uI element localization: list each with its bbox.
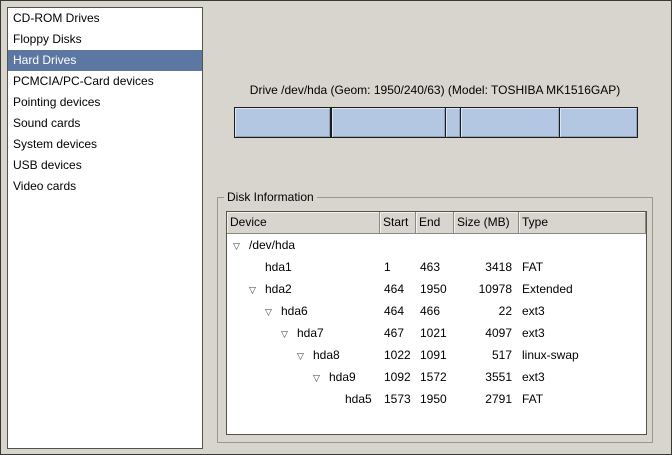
device-label: /dev/hda — [249, 238, 295, 252]
partition-segment-hda1[interactable] — [235, 108, 330, 137]
end-cell: 1572 — [416, 366, 454, 388]
sidebar-item-usb-devices[interactable]: USB devices — [8, 155, 202, 176]
device-cell: ▽/dev/hda — [227, 234, 380, 256]
end-cell: 1950 — [416, 278, 454, 300]
sidebar-item-label: Hard Drives — [13, 53, 76, 67]
start-cell: 1 — [380, 256, 416, 278]
sidebar-item-video-cards[interactable]: Video cards — [8, 176, 202, 197]
type-cell: Extended — [519, 278, 646, 300]
sidebar-item-label: CD-ROM Drives — [13, 11, 100, 25]
sidebar-item-label: Floppy Disks — [13, 32, 82, 46]
expander-down-icon[interactable]: ▽ — [265, 301, 281, 322]
type-cell: ext3 — [519, 300, 646, 322]
expander-down-icon[interactable]: ▽ — [297, 345, 313, 366]
end-cell: 463 — [416, 256, 454, 278]
device-label: hda8 — [313, 348, 340, 362]
column-header-device[interactable]: Device — [227, 212, 380, 234]
end-cell: 1021 — [416, 322, 454, 344]
size-cell: 3551 — [454, 366, 519, 388]
device-cell: ▽hda7 — [227, 322, 380, 344]
size-cell: 4097 — [454, 322, 519, 344]
device-label: hda5 — [345, 392, 372, 406]
table-row-hda5[interactable]: ▽hda5 1573 1950 2791 FAT — [227, 388, 646, 410]
size-cell — [454, 234, 519, 256]
expander-down-icon[interactable]: ▽ — [281, 323, 297, 344]
expander-down-icon[interactable]: ▽ — [233, 235, 249, 256]
column-header-start[interactable]: Start — [380, 212, 416, 234]
end-cell — [416, 234, 454, 256]
device-cell: ▽hda9 — [227, 366, 380, 388]
disk-table-body: ▽/dev/hda ▽hda1 1 463 3418 FAT ▽hda2 464… — [227, 234, 646, 434]
sidebar-item-label: Sound cards — [13, 116, 80, 130]
start-cell: 1573 — [380, 388, 416, 410]
disk-table: DeviceStartEndSize (MB)Type ▽/dev/hda ▽h… — [226, 211, 647, 435]
partition-segment-hda9[interactable] — [460, 108, 559, 137]
sidebar-item-label: Pointing devices — [13, 95, 100, 109]
type-cell: FAT — [519, 388, 646, 410]
column-header-size-mb[interactable]: Size (MB) — [454, 212, 519, 234]
end-cell: 1091 — [416, 344, 454, 366]
partition-bar — [234, 107, 638, 138]
sidebar-item-label: USB devices — [13, 158, 82, 172]
table-row-hda8[interactable]: ▽hda8 1022 1091 517 linux-swap — [227, 344, 646, 366]
table-row-hda6[interactable]: ▽hda6 464 466 22 ext3 — [227, 300, 646, 322]
start-cell: 464 — [380, 278, 416, 300]
device-cell: ▽hda1 — [227, 256, 380, 278]
type-cell: FAT — [519, 256, 646, 278]
size-cell: 2791 — [454, 388, 519, 410]
sidebar-item-pcmcia-pc-card-devices[interactable]: PCMCIA/PC-Card devices — [8, 71, 202, 92]
device-cell: ▽hda5 — [227, 388, 380, 410]
sidebar-item-floppy-disks[interactable]: Floppy Disks — [8, 29, 202, 50]
type-cell — [519, 234, 646, 256]
sidebar-item-label: System devices — [13, 137, 97, 151]
sidebar-item-system-devices[interactable]: System devices — [8, 134, 202, 155]
disk-information-group: Disk Information DeviceStartEndSize (MB)… — [217, 197, 653, 443]
size-cell: 517 — [454, 344, 519, 366]
device-cell: ▽hda2 — [227, 278, 380, 300]
table-row-hda7[interactable]: ▽hda7 467 1021 4097 ext3 — [227, 322, 646, 344]
disk-table-header: DeviceStartEndSize (MB)Type — [227, 212, 646, 234]
sidebar-item-pointing-devices[interactable]: Pointing devices — [8, 92, 202, 113]
disk-information-label: Disk Information — [224, 190, 317, 204]
size-cell: 3418 — [454, 256, 519, 278]
start-cell: 1092 — [380, 366, 416, 388]
device-label: hda7 — [297, 326, 324, 340]
end-cell: 466 — [416, 300, 454, 322]
device-label: hda2 — [265, 282, 292, 296]
device-category-list[interactable]: CD-ROM Drives Floppy Disks Hard Drives P… — [7, 7, 203, 449]
type-cell: ext3 — [519, 322, 646, 344]
device-label: hda9 — [329, 370, 356, 384]
table-row-hda2[interactable]: ▽hda2 464 1950 10978 Extended — [227, 278, 646, 300]
table-row-dev-hda[interactable]: ▽/dev/hda — [227, 234, 646, 256]
partition-segment-hda5[interactable] — [559, 108, 637, 137]
type-cell: linux-swap — [519, 344, 646, 366]
table-row-hda1[interactable]: ▽hda1 1 463 3418 FAT — [227, 256, 646, 278]
sidebar-item-sound-cards[interactable]: Sound cards — [8, 113, 202, 134]
table-row-hda9[interactable]: ▽hda9 1092 1572 3551 ext3 — [227, 366, 646, 388]
drive-title: Drive /dev/hda (Geom: 1950/240/63) (Mode… — [217, 83, 653, 97]
type-cell: ext3 — [519, 366, 646, 388]
size-cell: 22 — [454, 300, 519, 322]
device-label: hda6 — [281, 304, 308, 318]
expander-down-icon[interactable]: ▽ — [249, 279, 265, 300]
end-cell: 1950 — [416, 388, 454, 410]
column-header-type[interactable]: Type — [519, 212, 646, 234]
start-cell — [380, 234, 416, 256]
partition-segment-hda7[interactable] — [331, 108, 445, 137]
start-cell: 464 — [380, 300, 416, 322]
device-cell: ▽hda8 — [227, 344, 380, 366]
hardware-browser-window: CD-ROM Drives Floppy Disks Hard Drives P… — [0, 0, 672, 455]
size-cell: 10978 — [454, 278, 519, 300]
device-label: hda1 — [265, 260, 292, 274]
start-cell: 467 — [380, 322, 416, 344]
sidebar-item-label: Video cards — [13, 179, 76, 193]
sidebar-item-hard-drives[interactable]: Hard Drives — [8, 50, 202, 71]
start-cell: 1022 — [380, 344, 416, 366]
device-cell: ▽hda6 — [227, 300, 380, 322]
partition-segment-hda8[interactable] — [445, 108, 459, 137]
sidebar-item-label: PCMCIA/PC-Card devices — [13, 74, 154, 88]
column-header-end[interactable]: End — [416, 212, 454, 234]
sidebar-item-cd-rom-drives[interactable]: CD-ROM Drives — [8, 8, 202, 29]
expander-down-icon[interactable]: ▽ — [313, 367, 329, 388]
